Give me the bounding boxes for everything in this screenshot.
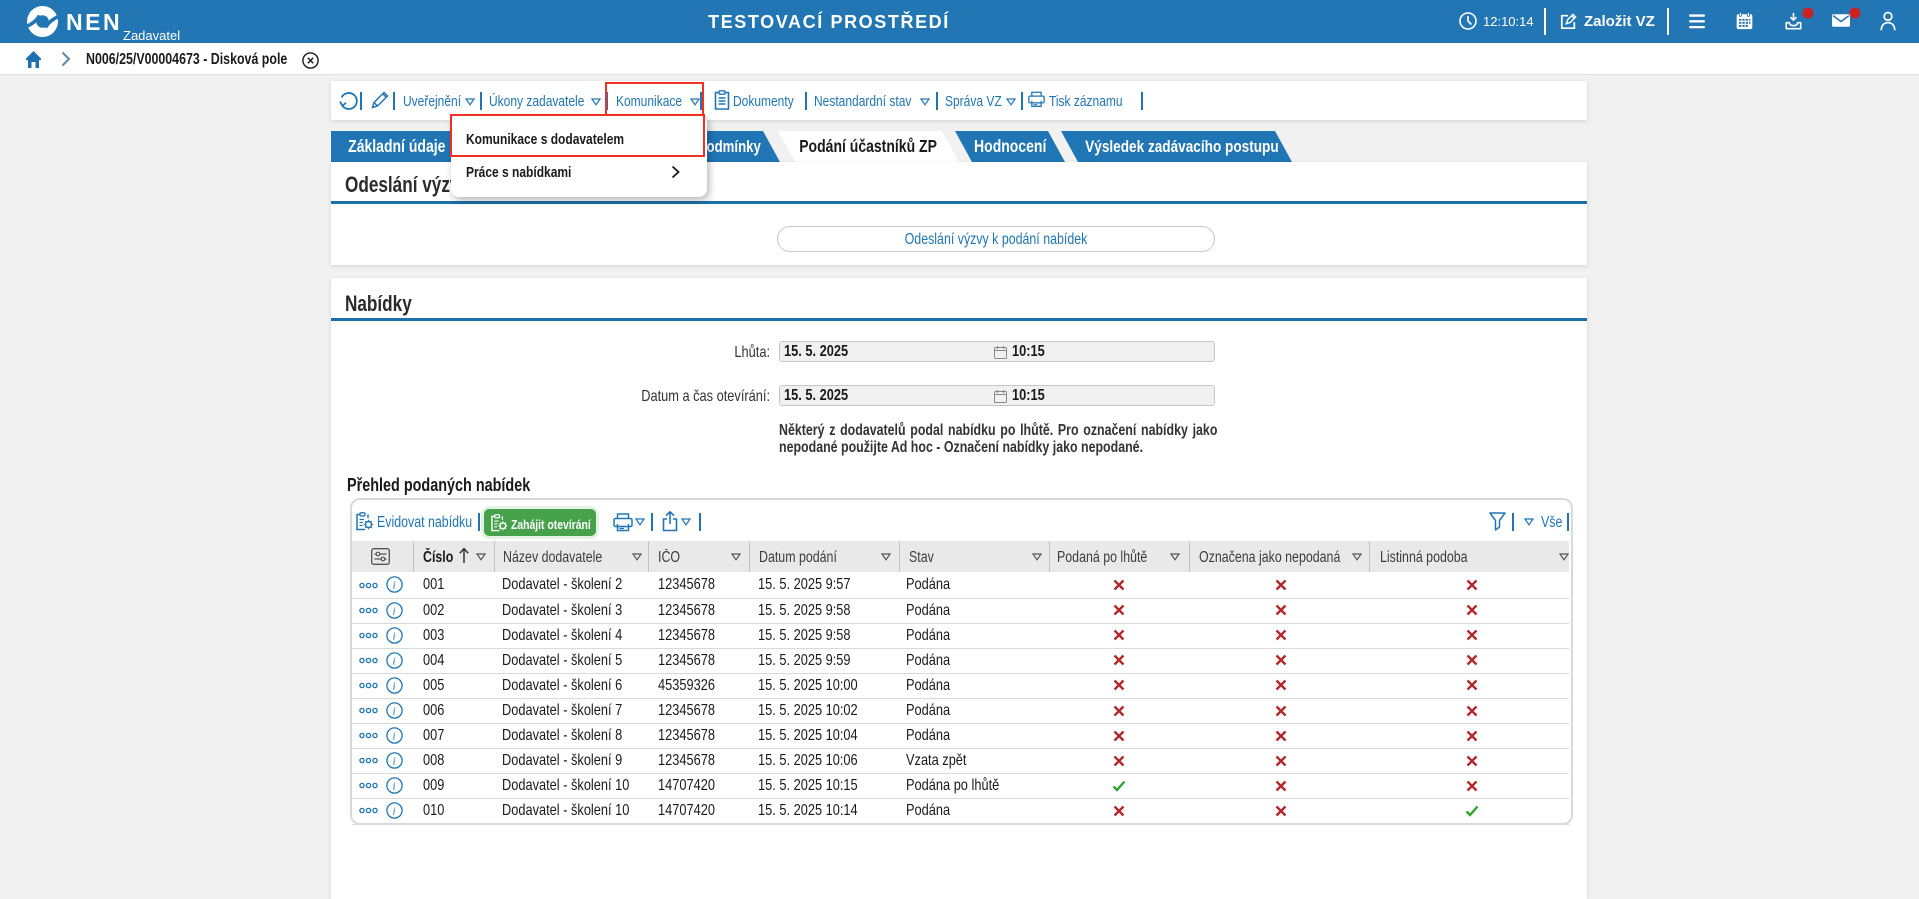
svg-text:i: i	[392, 656, 395, 668]
svg-text:i: i	[392, 631, 395, 643]
svg-text:i: i	[392, 681, 395, 693]
svg-text:i: i	[392, 806, 395, 818]
svg-text:i: i	[392, 756, 395, 768]
svg-text:i: i	[392, 580, 395, 592]
svg-text:i: i	[392, 706, 395, 718]
svg-text:i: i	[392, 731, 395, 743]
svg-text:i: i	[392, 606, 395, 618]
svg-text:i: i	[392, 781, 395, 793]
